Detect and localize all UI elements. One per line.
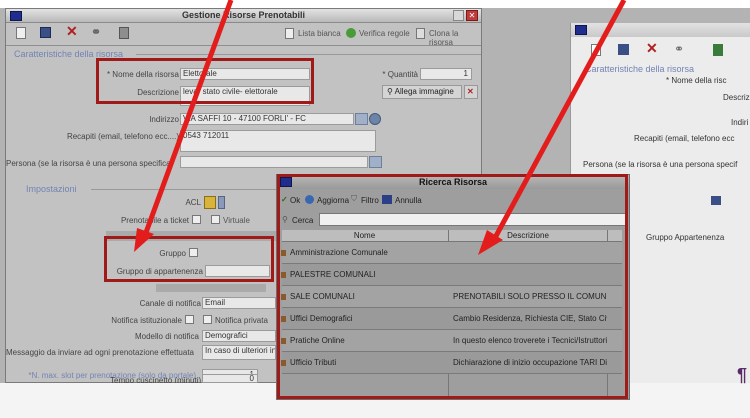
save-icon[interactable]	[40, 27, 51, 38]
persona-label: Persona (se la risorsa è una persona spe…	[6, 159, 174, 168]
search-persona-icon[interactable]	[369, 156, 382, 168]
right-delete-icon[interactable]: ✕	[646, 40, 658, 57]
canale-notifica-label: Canale di notifica	[139, 299, 201, 308]
clona-icon[interactable]	[416, 28, 425, 39]
hidden-row-2	[156, 284, 266, 292]
right-indirizzo-label: Indiri	[731, 118, 749, 127]
allega-immagine-label: Allega immagine	[394, 87, 454, 96]
prenotabile-ticket-label: Prenotabile a ticket	[120, 216, 189, 225]
acl-info-icon[interactable]	[218, 196, 225, 209]
right-save-small-icon[interactable]	[711, 196, 721, 205]
right-new-icon[interactable]	[591, 44, 601, 56]
verifica-regole-button[interactable]: Verifica regole	[359, 29, 410, 38]
section-impostazioni-title: Impostazioni	[26, 184, 77, 194]
right-nome-label: * Nome della risc	[666, 76, 727, 85]
toolbar-divider	[6, 45, 481, 46]
recapiti-input[interactable]: 0543 712011	[180, 130, 376, 152]
notifica-privata-checkbox[interactable]	[203, 315, 212, 324]
canale-notifica-select[interactable]: Email	[202, 297, 276, 309]
allega-immagine-button[interactable]: ⚲ Allega immagine	[382, 85, 462, 99]
right-shield-icon[interactable]	[713, 44, 723, 56]
highlight-box-gruppo	[104, 236, 274, 282]
close-icon[interactable]: ✕	[466, 10, 478, 21]
lista-bianca-icon[interactable]	[285, 28, 294, 39]
acl-lock-icon[interactable]	[204, 196, 216, 209]
right-recapiti-label: Recapiti (email, telefono ecc	[634, 134, 735, 143]
section-line-2	[91, 189, 281, 190]
right-window-titlebar	[571, 23, 750, 37]
recapiti-label: Recapiti (email, telefono ecc....)	[66, 132, 179, 141]
indirizzo-label: Indirizzo	[149, 115, 179, 124]
right-persona-label: Persona (se la risorsa è una persona spe…	[583, 160, 738, 169]
virtuale-label: Virtuale	[223, 216, 250, 225]
new-document-icon[interactable]	[16, 27, 26, 39]
link-icon[interactable]: ⚭	[91, 25, 101, 39]
search-address-icon[interactable]	[355, 113, 368, 125]
acl-label: ACL	[185, 198, 201, 207]
right-gruppo-header: Gruppo Appartenenza	[646, 233, 725, 242]
right-descrizione-label: Descriz	[723, 93, 750, 102]
right-section-title: Caratteristiche della risorsa	[585, 64, 695, 74]
persona-input[interactable]	[180, 156, 368, 168]
shield-icon[interactable]	[119, 27, 129, 39]
verifica-regole-icon[interactable]	[346, 28, 356, 38]
notifica-istituzionale-checkbox[interactable]	[185, 315, 194, 324]
right-link-icon[interactable]: ⚭	[674, 42, 684, 56]
section-line	[136, 54, 481, 55]
notifica-istituzionale-label: Notifica istituzionale	[111, 316, 182, 325]
lista-bianca-button[interactable]: Lista bianca	[298, 29, 341, 38]
pilcrow-mark: ¶	[737, 365, 748, 385]
quantita-input[interactable]: 1	[420, 68, 472, 80]
virtuale-checkbox[interactable]	[211, 215, 220, 224]
delete-icon[interactable]: ✕	[66, 23, 78, 40]
remove-image-button[interactable]: ✕	[464, 85, 478, 99]
notifica-privata-label: Notifica privata	[215, 316, 268, 325]
main-window-title: Gestione Risorse Prenotabili	[181, 10, 306, 20]
right-app-icon	[575, 25, 587, 35]
indirizzo-input[interactable]: VIA SAFFI 10 - 47100 FORLI' - FC	[180, 113, 354, 125]
highlight-box-search-dialog	[277, 174, 628, 399]
messaggio-label: Messaggio da inviare ad ogni prenotazion…	[6, 348, 194, 357]
modello-notifica-input[interactable]: Demografici	[202, 330, 276, 342]
messaggio-input[interactable]: In caso di ulteriori inf	[202, 345, 276, 360]
map-icon[interactable]	[369, 113, 381, 125]
highlight-box-nome-descrizione	[96, 58, 314, 104]
right-save-icon[interactable]	[618, 44, 629, 55]
modello-notifica-label: Modello di notifica	[134, 332, 199, 341]
attach-icon: ⚲	[387, 87, 395, 96]
main-window-titlebar: Gestione Risorse Prenotabili ✕	[6, 9, 481, 23]
tempo-cuscinetto-input[interactable]: 0	[202, 374, 258, 383]
restore-icon[interactable]	[453, 10, 464, 21]
quantita-label: * Quantità	[382, 70, 418, 79]
top-background	[0, 0, 750, 8]
prenotabile-ticket-checkbox[interactable]	[192, 215, 201, 224]
